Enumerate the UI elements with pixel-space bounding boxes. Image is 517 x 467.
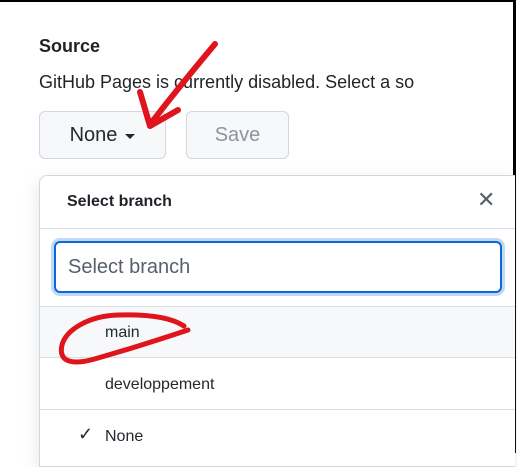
branch-item-developpement[interactable]: developpement xyxy=(40,359,515,410)
branch-select-button[interactable]: None xyxy=(39,111,166,159)
filter-container xyxy=(40,229,515,307)
source-description: GitHub Pages is currently disabled. Sele… xyxy=(39,72,415,92)
branch-item-main[interactable]: main xyxy=(40,307,515,358)
save-button[interactable]: Save xyxy=(186,111,289,159)
close-icon[interactable]: ✕ xyxy=(477,189,495,211)
caret-down-icon xyxy=(125,134,136,139)
branch-select-menu: Select branch ✕ main developpement ✓ Non… xyxy=(39,175,515,467)
branch-item-label: main xyxy=(105,324,140,341)
menu-title: Select branch xyxy=(67,193,172,210)
check-icon: ✓ xyxy=(78,424,94,444)
branch-item-label: None xyxy=(105,428,144,445)
branch-select-label: None xyxy=(69,123,118,146)
branch-item-label: developpement xyxy=(105,376,215,393)
source-heading: Source xyxy=(39,36,101,56)
menu-header: Select branch ✕ xyxy=(40,176,515,229)
branch-filter-input[interactable] xyxy=(54,241,502,293)
branch-item-none[interactable]: ✓ None xyxy=(40,411,515,462)
